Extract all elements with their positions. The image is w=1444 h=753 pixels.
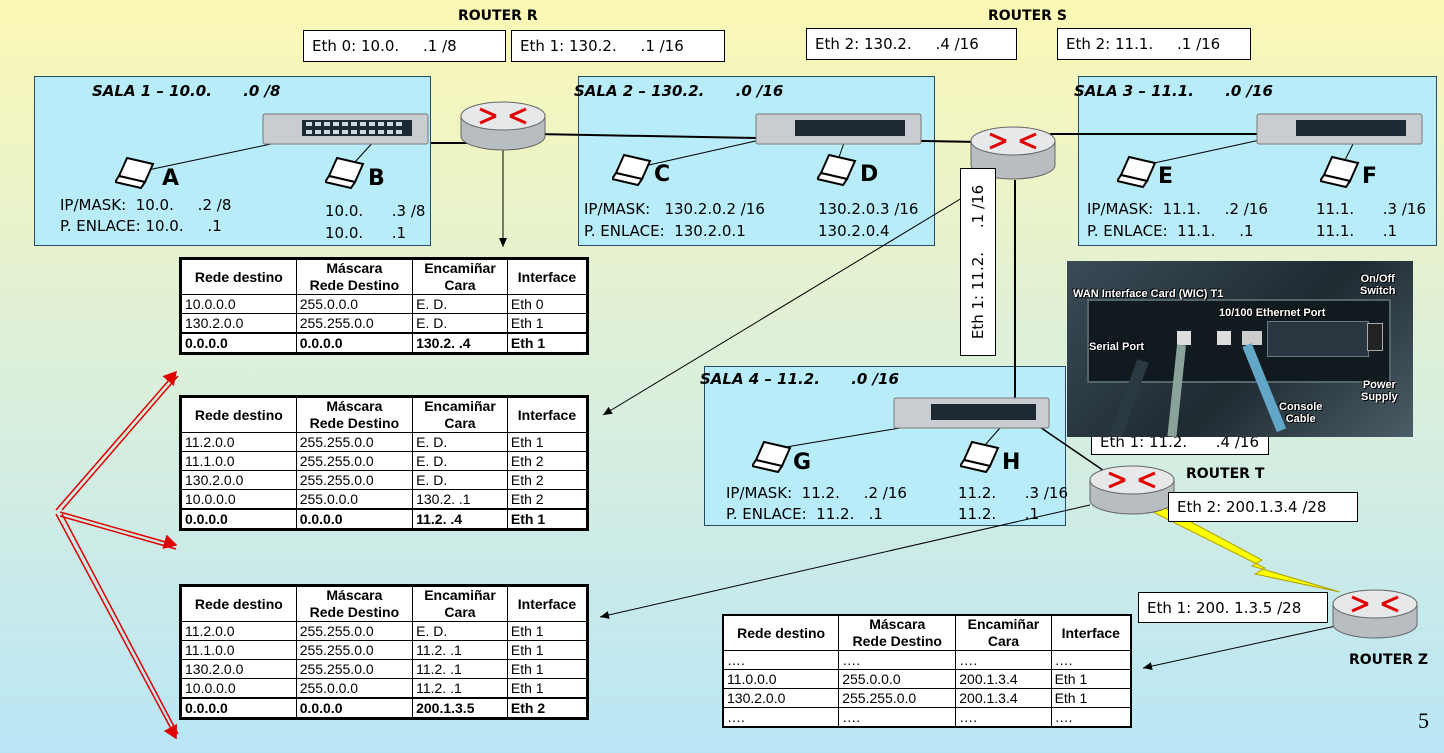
- default-route-arrows: [55, 370, 179, 740]
- table-row: 130.2.0.0 255.255.0.0 E. D. Eth 1: [180, 313, 589, 334]
- sala-3-ip-a: IP/MASK: 11.1. .2 /16: [1087, 200, 1268, 218]
- host-h: H: [1002, 450, 1021, 475]
- laptop-icon: [325, 156, 365, 190]
- routing-table-router-r: Rede destino Máscara Rede Destino Encami…: [179, 257, 589, 355]
- table-header: Rede destino Máscara Rede Destino Encami…: [722, 614, 1132, 651]
- table-header: Rede destino Máscara Rede Destino Encami…: [180, 258, 589, 295]
- sala-4-gw-a: P. ENLACE: 11.2. .1: [726, 505, 883, 523]
- sala-1-ip-b: 10.0. .3 /8: [325, 202, 426, 220]
- host-g: G: [793, 450, 812, 475]
- table-header: Rede destino Máscara Rede Destino Encami…: [180, 585, 589, 622]
- sala-3-ip-b: 11.1. .3 /16: [1316, 200, 1426, 218]
- table-row: 11.2.0.0 255.255.0.0 E. D. Eth 1: [180, 621, 589, 641]
- router-s-eth2-130: Eth 2: 130.2. .4 /16: [806, 28, 1017, 60]
- router-r-label: ROUTER R: [458, 8, 538, 24]
- sala-2-ip-b: 130.2.0.3 /16: [818, 200, 919, 218]
- table-row: 11.2.0.0 255.255.0.0 E. D. Eth 1: [180, 432, 589, 452]
- laptop-icon: [612, 153, 652, 187]
- sala-4-ip-a: IP/MASK: 11.2. .2 /16: [726, 484, 907, 502]
- host-f: F: [1362, 164, 1378, 189]
- laptop-icon: [115, 156, 155, 190]
- sala-4-ip-b: 11.2. .3 /16: [958, 484, 1068, 502]
- photo-label-console: Console Cable: [1279, 401, 1323, 425]
- host-a: A: [162, 166, 180, 191]
- laptop-icon: [1320, 155, 1360, 189]
- switch-icon: [1256, 113, 1423, 145]
- routing-table-router-t: Rede destino Máscara Rede Destino Encami…: [179, 584, 589, 720]
- router-r-icon: [460, 101, 546, 151]
- host-c: C: [654, 162, 671, 187]
- sala-4-title: SALA 4 – 11.2. .0 /16: [700, 370, 899, 388]
- table-row: 10.0.0.0 255.0.0.0 E. D. Eth 0: [180, 294, 589, 314]
- sala-3-title: SALA 3 – 11.1. .0 /16: [1074, 82, 1273, 100]
- host-d: D: [860, 162, 879, 187]
- router-t-icon: [1089, 465, 1175, 515]
- photo-label-wic: WAN Interface Card (WIC) T1: [1073, 288, 1224, 300]
- routing-table-router-z: Rede destino Máscara Rede Destino Encami…: [722, 614, 1132, 728]
- table-header: Rede destino Máscara Rede Destino Encami…: [180, 396, 589, 433]
- laptop-icon: [960, 440, 1000, 474]
- router-r-eth0: Eth 0: 10.0. .1 /8: [303, 30, 506, 62]
- col-mascara: Máscara Rede Destino: [295, 258, 414, 295]
- router-z-eth1: Eth 1: 200. 1.3.5 /28: [1138, 592, 1328, 623]
- photo-label-power: Power Supply: [1361, 379, 1398, 403]
- table-row-default: 0.0.0.0 0.0.0.0 200.1.3.5 Eth 2: [180, 697, 589, 719]
- sala-2-ip-a: IP/MASK: 130.2.0.2 /16: [584, 200, 765, 218]
- table-row: 130.2.0.0 255.255.0.0 E. D. Eth 2: [180, 470, 589, 490]
- router-s-eth2-11: Eth 2: 11.1. .1 /16: [1057, 28, 1251, 60]
- table-row: 11.1.0.0 255.255.0.0 11.2. .1 Eth 1: [180, 640, 589, 660]
- laptop-icon: [817, 153, 857, 187]
- routing-table-router-s: Rede destino Máscara Rede Destino Encami…: [179, 395, 589, 531]
- sala-3-gw-a: P. ENLACE: 11.1. .1: [1087, 222, 1254, 240]
- sala-1-gw-b: 10.0. .1: [325, 224, 407, 242]
- host-e: E: [1158, 164, 1174, 189]
- host-b: B: [368, 166, 385, 191]
- table-row: 130.2.0.0 255.255.0.0 11.2. .1 Eth 1: [180, 659, 589, 679]
- table-row-default: 0.0.0.0 0.0.0.0 130.2. .4 Eth 1: [180, 332, 589, 354]
- router-s-label: ROUTER S: [988, 8, 1067, 24]
- table-row: 11.1.0.0 255.255.0.0 E. D. Eth 2: [180, 451, 589, 471]
- photo-label-ethernet: 10/100 Ethernet Port: [1219, 307, 1326, 319]
- col-rede-destino: Rede destino: [180, 258, 297, 295]
- router-s-eth1: Eth 1: 11.2. .1 /16: [960, 168, 996, 356]
- router-r-eth1: Eth 1: 130.2. .1 /16: [511, 30, 725, 62]
- table-row-default: 0.0.0.0 0.0.0.0 11.2. .4 Eth 1: [180, 508, 589, 530]
- router-z-icon: [1332, 589, 1418, 639]
- table-row: 10.0.0.0 255.0.0.0 130.2. .1 Eth 2: [180, 489, 589, 510]
- sala-2-gw-b: 130.2.0.4: [818, 222, 890, 240]
- photo-label-onoff: On/Off Switch: [1360, 273, 1396, 297]
- photo-label-serial: Serial Port: [1089, 341, 1145, 353]
- table-row: 11.0.0.0 255.0.0.0 200.1.3.4 Eth 1: [722, 669, 1132, 689]
- laptop-icon: [752, 440, 792, 474]
- sala-1-ip-a: IP/MASK: 10.0. .2 /8: [60, 196, 232, 214]
- sala-4-gw-b: 11.2. .1: [958, 505, 1040, 523]
- col-interface: Interface: [506, 258, 589, 295]
- router-t-eth2: Eth 2: 200.1.3.4 /28: [1168, 492, 1358, 522]
- sala-3-gw-b: 11.1. .1: [1316, 222, 1398, 240]
- sala-1-gw-a: P. ENLACE: 10.0. .1: [60, 217, 222, 235]
- table-row: 10.0.0.0 255.0.0.0 11.2. .1 Eth 1: [180, 678, 589, 699]
- switch-icon: [755, 113, 922, 145]
- table-row: ….….….….: [722, 650, 1132, 670]
- table-row: 130.2.0.0 255.255.0.0 200.1.3.4 Eth 1: [722, 688, 1132, 708]
- switch-icon: [262, 113, 429, 145]
- page-number: 5: [1418, 708, 1429, 733]
- sala-2-gw-a: P. ENLACE: 130.2.0.1: [584, 222, 746, 240]
- laptop-icon: [1117, 155, 1157, 189]
- col-encaminar: Encamiñar Cara: [412, 258, 508, 295]
- table-row: ….….….….: [722, 707, 1132, 728]
- sala-1-title: SALA 1 – 10.0. .0 /8: [92, 82, 281, 100]
- sala-2-title: SALA 2 – 130.2. .0 /16: [574, 82, 784, 100]
- router-t-label: ROUTER T: [1186, 466, 1265, 482]
- router-back-panel-photo: WAN Interface Card (WIC) T1 On/Off Switc…: [1067, 261, 1413, 437]
- router-z-label: ROUTER Z: [1349, 652, 1428, 668]
- switch-icon: [893, 397, 1050, 429]
